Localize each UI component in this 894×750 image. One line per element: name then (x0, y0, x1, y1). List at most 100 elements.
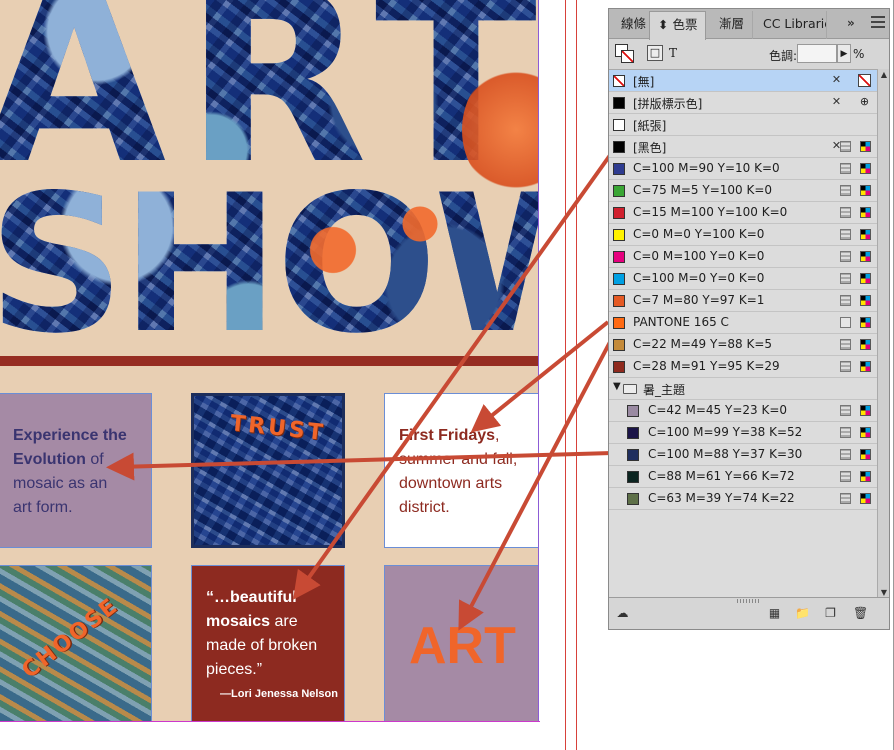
tab-gradient[interactable]: 漸層 (711, 11, 754, 39)
swatch-chip (613, 295, 625, 307)
group-swatch-row[interactable]: C=100 M=88 Y=37 K=30 (609, 444, 877, 466)
more-tabs-icon[interactable]: » (847, 16, 855, 30)
view-options-icon[interactable]: ▦ (767, 606, 782, 620)
swatch-row[interactable]: C=100 M=0 Y=0 K=0 (609, 268, 877, 290)
fill-stroke-icon[interactable] (615, 44, 635, 64)
swatch-row[interactable]: C=7 M=80 Y=97 K=1 (609, 290, 877, 312)
resize-grip[interactable] (737, 599, 759, 603)
guide-vertical-1[interactable] (565, 0, 566, 750)
swatch-row[interactable]: [無] ✕ (609, 70, 877, 92)
cmyk-icon (860, 185, 871, 196)
new-swatch-icon[interactable]: ❐ (823, 606, 838, 620)
swatch-row[interactable]: C=28 M=91 Y=95 K=29 (609, 356, 877, 378)
guide-bottom (0, 721, 540, 722)
swatch-toolbar: □ T 色調: ▶ % (609, 40, 889, 68)
swatch-row[interactable]: C=15 M=100 Y=100 K=0 (609, 202, 877, 224)
tile-first-fridays[interactable]: First Fridays, summer and fall, downtown… (384, 393, 538, 548)
tab-swatches[interactable]: ⬍ 色票 (649, 11, 707, 40)
swatch-row[interactable]: [紙張] (609, 114, 877, 136)
swatch-row[interactable]: C=0 M=100 Y=0 K=0 (609, 246, 877, 268)
process-color-icon (840, 361, 851, 372)
process-color-icon (840, 251, 851, 262)
cmyk-icon (860, 317, 871, 328)
orange-mosaic-accent-2 (305, 220, 361, 280)
swatch-row[interactable]: C=22 M=49 Y=88 K=5 (609, 334, 877, 356)
swatches-panel[interactable]: 線條 ⬍ 色票 漸層 CC Librarie » □ T 色調: ▶ % [無]… (608, 8, 890, 630)
swatch-row[interactable]: C=0 M=0 Y=100 K=0 (609, 224, 877, 246)
swatch-name: [無] (633, 75, 655, 89)
tile-quote[interactable]: “…beautiful mosaics are made of broken p… (191, 565, 345, 722)
quote-attribution: —Lori Jenessa Nelson (220, 688, 338, 700)
group-name: 暑_主題 (643, 383, 686, 397)
swatch-name: C=100 M=0 Y=0 K=0 (633, 271, 765, 285)
group-swatch-row[interactable]: C=63 M=39 Y=74 K=22 (609, 488, 877, 510)
process-color-icon (840, 493, 851, 504)
cmyk-icon (860, 405, 871, 416)
swatch-chip (613, 251, 625, 263)
swatch-chip (613, 119, 625, 131)
swatch-chip (627, 427, 639, 439)
spot-color-icon (840, 317, 851, 328)
swatch-name: C=63 M=39 Y=74 K=22 (648, 491, 795, 505)
tile-art[interactable]: ART (384, 565, 538, 722)
tile-choose[interactable]: CHOOSE (0, 565, 152, 722)
swatch-chip (613, 185, 625, 197)
swatch-group-row[interactable]: ▼ 暑_主題 (609, 378, 877, 400)
cmyk-icon (860, 493, 871, 504)
delete-icon[interactable]: 🗑 (853, 606, 868, 620)
swatch-row[interactable]: [拼版標示色] ✕ ⊕ (609, 92, 877, 114)
panel-menu-icon[interactable] (871, 13, 885, 31)
cmyk-icon (860, 229, 871, 240)
swatch-chip (613, 97, 625, 109)
process-color-icon (840, 339, 851, 350)
group-swatch-row[interactable]: C=42 M=45 Y=23 K=0 (609, 400, 877, 422)
swatch-row[interactable]: C=100 M=90 Y=10 K=0 (609, 158, 877, 180)
swatch-chip (613, 75, 625, 87)
document-page[interactable]: ART SHOW Experience the Evolution of mos… (0, 0, 538, 722)
swatch-chip (627, 471, 639, 483)
swatch-chip (613, 339, 625, 351)
tint-percent: % (853, 47, 865, 61)
swatch-name: C=42 M=45 Y=23 K=0 (648, 403, 788, 417)
tile-trust[interactable]: TRUST (191, 393, 345, 548)
scroll-up-icon[interactable]: ▲ (878, 69, 890, 81)
swatch-row[interactable]: PANTONE 165 C (609, 312, 877, 334)
cloud-icon[interactable]: ☁ (615, 606, 630, 620)
text-format-icon[interactable]: T (669, 46, 677, 60)
art-label: ART (409, 617, 516, 675)
container-format-icon[interactable]: □ (647, 45, 663, 61)
cmyk-icon (860, 251, 871, 262)
cmyk-icon (860, 449, 871, 460)
process-color-icon (840, 471, 851, 482)
divider-bar (0, 356, 538, 366)
process-color-icon (840, 295, 851, 306)
new-group-icon[interactable]: 📁 (795, 606, 810, 620)
choose-label: CHOOSE (17, 593, 124, 684)
swatch-chip (613, 273, 625, 285)
swatch-name: C=100 M=90 Y=10 K=0 (633, 161, 780, 175)
swatch-chip (613, 361, 625, 373)
process-color-icon (840, 163, 851, 174)
group-swatch-row[interactable]: C=88 M=61 Y=66 K=72 (609, 466, 877, 488)
swatch-row[interactable]: C=75 M=5 Y=100 K=0 (609, 180, 877, 202)
guide-vertical-2[interactable] (576, 0, 577, 750)
folder-icon (623, 384, 637, 394)
swatch-name: C=22 M=49 Y=88 K=5 (633, 337, 773, 351)
tint-slider-arrow-icon[interactable]: ▶ (837, 44, 851, 63)
tint-input[interactable] (797, 44, 837, 63)
swatch-row[interactable]: [黑色] ✕ (609, 136, 877, 158)
cmyk-icon (860, 295, 871, 306)
swatch-list[interactable]: [無] ✕ [拼版標示色] ✕ ⊕ [紙張] [黑色] ✕ C=100 M=90 Y=10 K=… (609, 69, 877, 599)
tab-cc-libraries[interactable]: CC Librarie (755, 11, 827, 39)
quote-text: “…beautiful mosaics are made of broken p… (206, 589, 318, 678)
process-color-icon (840, 427, 851, 438)
swatch-name: [紙張] (633, 119, 667, 133)
process-color-icon (840, 273, 851, 284)
swatch-scrollbar[interactable]: ▲ ▼ (877, 69, 889, 599)
headline-show: SHOW (0, 170, 538, 360)
group-swatch-row[interactable]: C=100 M=99 Y=38 K=52 (609, 422, 877, 444)
none-icon (858, 74, 871, 87)
tile-experience[interactable]: Experience the Evolution of mosaic as an… (0, 393, 152, 548)
expand-triangle-icon[interactable]: ▼ (613, 381, 621, 392)
cmyk-icon (860, 361, 871, 372)
